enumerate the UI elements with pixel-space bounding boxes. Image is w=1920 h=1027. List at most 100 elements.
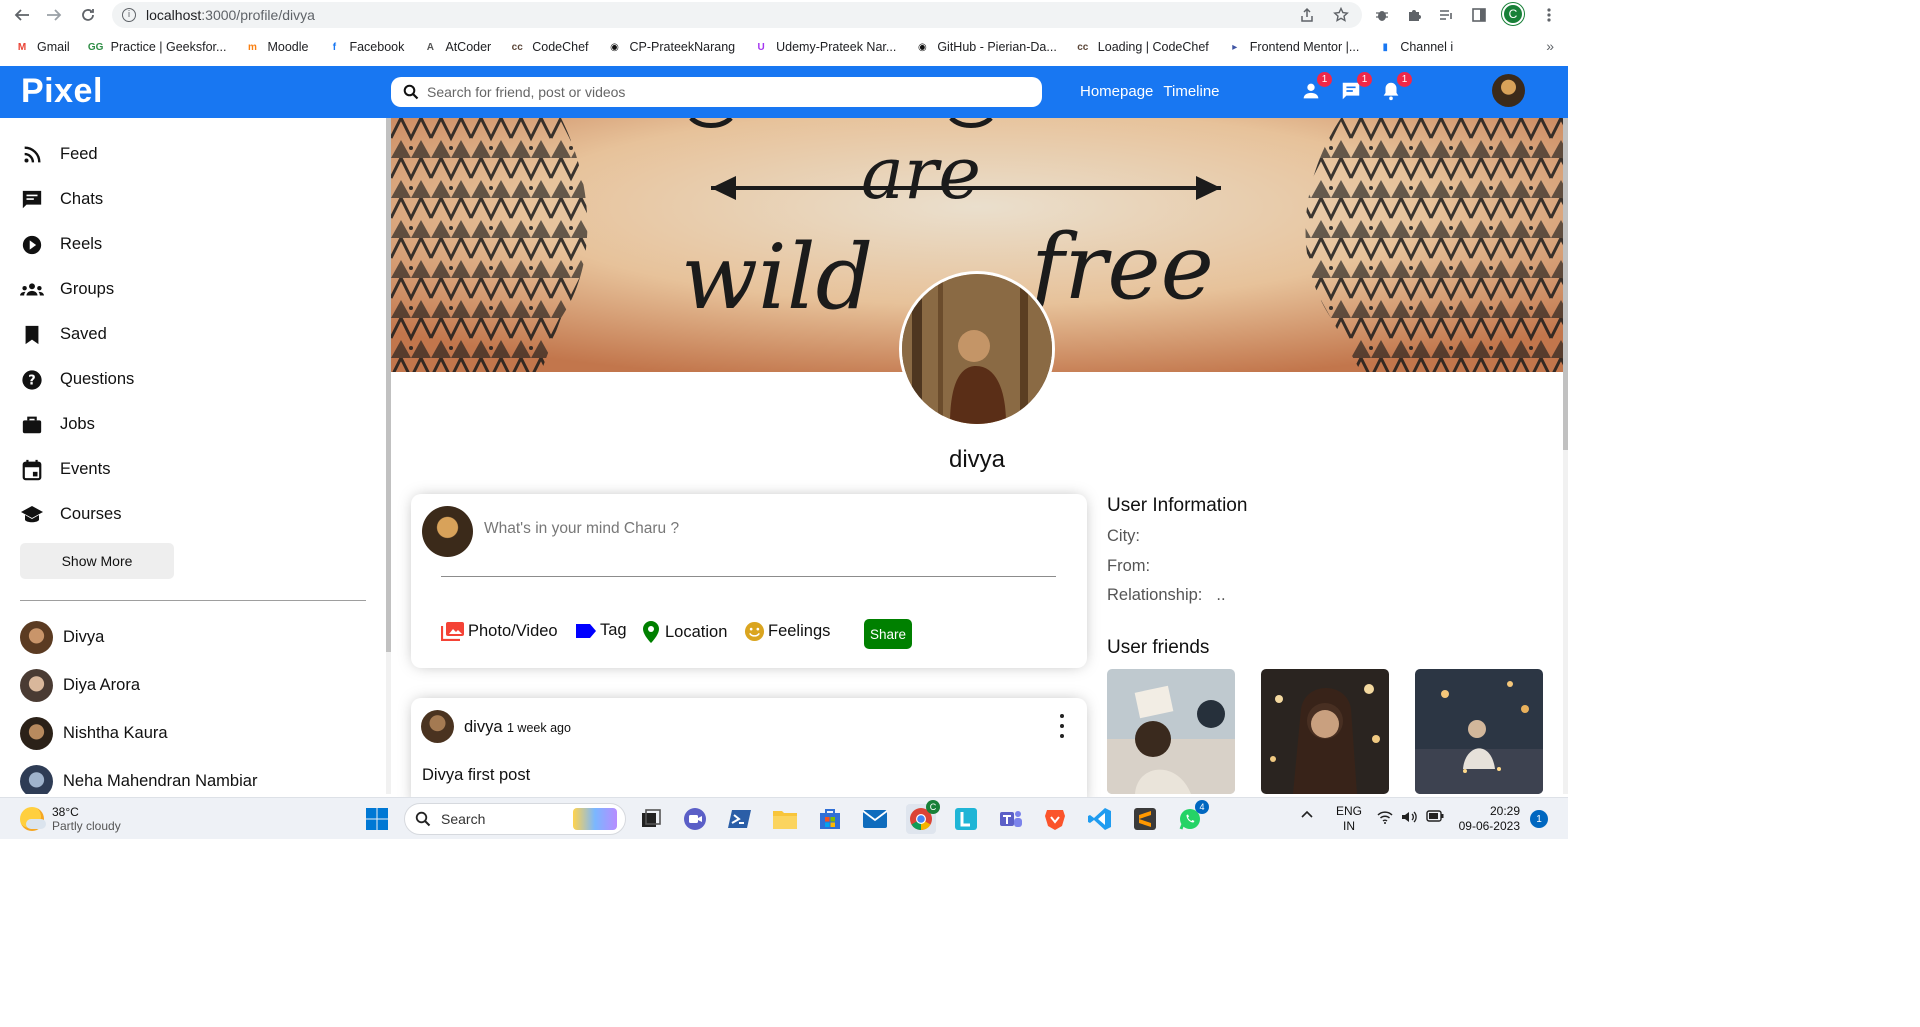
system-clock[interactable]: 20:29 09-06-2023 — [1458, 804, 1520, 834]
chrome-icon[interactable]: C — [906, 800, 940, 834]
bookmark-item[interactable]: f Facebook — [326, 39, 405, 55]
extensions-puzzle-icon[interactable] — [1403, 4, 1425, 26]
teams-icon[interactable] — [996, 804, 1026, 834]
location-option[interactable]: Location — [643, 621, 727, 643]
bookmark-item[interactable]: GG Practice | Geeksfor... — [88, 39, 227, 55]
avatar[interactable] — [421, 710, 454, 743]
bookmark-item[interactable]: cc Loading | CodeChef — [1075, 39, 1209, 55]
url-host: localhost — [146, 7, 202, 23]
bookmark-item[interactable]: cc CodeChef — [509, 39, 589, 55]
windows-start-icon[interactable] — [362, 804, 392, 834]
reload-icon[interactable] — [72, 0, 104, 30]
back-arrow-icon[interactable] — [6, 0, 38, 30]
forward-arrow-icon[interactable] — [38, 0, 70, 30]
file-explorer-icon[interactable] — [770, 804, 800, 834]
weather-text: Partly cloudy — [52, 819, 121, 833]
gmail-icon: M — [17, 41, 27, 53]
browser-profile-avatar[interactable]: C — [1502, 3, 1524, 25]
cover-word-wild: wild — [681, 225, 873, 330]
share-page-icon[interactable] — [1296, 4, 1318, 26]
profile-name: divya — [948, 446, 1006, 473]
tag-option[interactable]: Tag — [575, 621, 627, 640]
bookmark-item[interactable]: ▮ Channel i — [1377, 39, 1454, 55]
sidebar-item-questions[interactable]: ? Questions — [20, 357, 134, 402]
bookmark-item[interactable]: ◉ GitHub - Pierian-Da... — [914, 39, 1057, 55]
more-vert-icon[interactable] — [1056, 714, 1068, 738]
l-app-icon[interactable] — [951, 804, 981, 834]
post-input[interactable] — [484, 520, 1044, 538]
browser-menu-icon[interactable] — [1538, 4, 1560, 26]
address-bar[interactable]: i localhost:3000/profile/divya — [112, 2, 1362, 28]
bookmarks-overflow-icon[interactable]: » — [1546, 38, 1554, 54]
site-info-icon[interactable]: i — [122, 8, 136, 22]
sublime-text-icon[interactable] — [1130, 804, 1160, 834]
friend-name: Diya Arora — [63, 675, 141, 694]
app-logo[interactable]: Pixel — [21, 72, 103, 111]
page-scrollbar[interactable] — [1563, 118, 1568, 794]
sidebar-item-groups[interactable]: Groups — [20, 267, 134, 312]
bookmark-item[interactable]: ▸ Frontend Mentor |... — [1227, 39, 1359, 55]
profile-picture[interactable] — [899, 271, 1055, 427]
bookmark-item[interactable]: m Moodle — [244, 39, 308, 55]
sidebar-item-events[interactable]: Events — [20, 447, 134, 492]
extension-bug-icon[interactable] — [1371, 4, 1393, 26]
mail-icon[interactable] — [860, 804, 890, 834]
bookmark-item[interactable]: ◉ CP-PrateekNarang — [607, 39, 735, 55]
sidebar-item-reels[interactable]: Reels — [20, 222, 134, 267]
timeline-link[interactable]: Timeline — [1163, 83, 1219, 100]
post-username[interactable]: divya — [464, 718, 503, 737]
homepage-link[interactable]: Homepage — [1080, 83, 1153, 100]
notification-count-badge[interactable]: 1 — [1530, 810, 1548, 828]
work-icon — [20, 413, 44, 437]
share-button[interactable]: Share — [864, 619, 912, 649]
friend-photo[interactable] — [1415, 669, 1543, 794]
wifi-icon[interactable] — [1377, 810, 1393, 827]
brave-icon[interactable] — [1040, 804, 1070, 834]
media-queue-icon[interactable] — [1435, 4, 1457, 26]
sidebar-friend[interactable]: Divya — [20, 620, 104, 654]
side-panel-icon[interactable] — [1468, 4, 1490, 26]
messages-icon[interactable]: 1 — [1338, 72, 1372, 104]
sidebar-item-feed[interactable]: Feed — [20, 132, 134, 177]
photo-video-option[interactable]: Photo/Video — [441, 621, 558, 641]
friend-requests-icon[interactable]: 1 — [1298, 72, 1332, 104]
moodle-icon: m — [248, 41, 257, 53]
temperature: 38°C — [52, 805, 79, 819]
task-view-icon[interactable] — [636, 804, 666, 834]
volume-icon[interactable] — [1401, 810, 1417, 827]
sidebar-item-saved[interactable]: Saved — [20, 312, 134, 357]
search-input[interactable] — [427, 84, 1027, 100]
help-icon: ? — [20, 368, 44, 392]
weather-widget[interactable]: 38°C Partly cloudy — [20, 805, 121, 833]
language-indicator[interactable]: ENG IN — [1336, 804, 1362, 834]
bookmark-item[interactable]: U Udemy-Prateek Nar... — [753, 39, 897, 55]
sidebar-item-jobs[interactable]: Jobs — [20, 402, 134, 447]
sidebar-friend[interactable]: Diya Arora — [20, 668, 140, 702]
bookmark-item[interactable]: A AtCoder — [422, 39, 491, 55]
vscode-icon[interactable] — [1085, 804, 1115, 834]
search-bar[interactable] — [391, 77, 1042, 107]
whatsapp-icon[interactable]: 4 — [1175, 800, 1209, 834]
bookmark-item[interactable]: M Gmail — [14, 39, 70, 55]
sidebar-item-chats[interactable]: Chats — [20, 177, 134, 222]
cover-word-free: free — [1025, 215, 1214, 320]
friend-photo[interactable] — [1107, 669, 1235, 794]
microsoft-store-icon[interactable] — [815, 804, 845, 834]
sidebar-friend[interactable]: Nishtha Kaura — [20, 716, 168, 750]
taskbar-search[interactable]: Search — [404, 803, 626, 835]
photo-library-icon — [441, 621, 465, 641]
show-hidden-icons-icon[interactable] — [1300, 808, 1314, 825]
messages-badge: 1 — [1357, 72, 1372, 87]
sidebar-item-courses[interactable]: Courses — [20, 492, 134, 537]
bookmark-star-icon[interactable] — [1330, 4, 1352, 26]
show-more-button[interactable]: Show More — [20, 543, 174, 579]
chat-app-icon[interactable] — [680, 804, 710, 834]
sidebar-friend[interactable]: Neha Mahendran Nambiar — [20, 764, 257, 794]
powershell-icon[interactable] — [725, 804, 755, 834]
codechef-icon: cc — [511, 41, 523, 53]
user-avatar[interactable] — [1492, 74, 1525, 107]
friend-photo[interactable] — [1261, 669, 1389, 794]
feelings-option[interactable]: Feelings — [744, 621, 830, 642]
notifications-bell-icon[interactable]: 1 — [1378, 72, 1412, 104]
battery-icon[interactable] — [1426, 810, 1444, 825]
